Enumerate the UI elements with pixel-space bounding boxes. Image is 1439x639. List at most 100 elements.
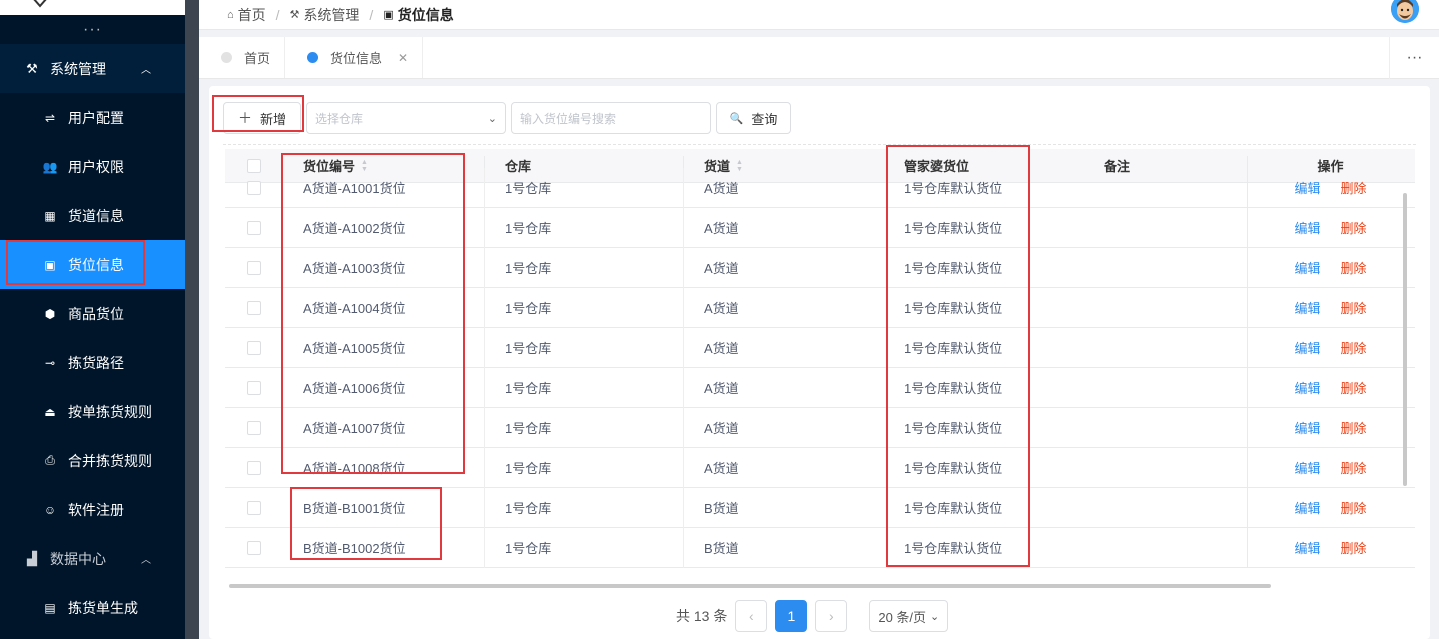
toolbar: ＋ 新增 选择仓库 ⌄ 输入货位编号搜索 🔍 查询 — [223, 102, 791, 134]
cell-ops: 编辑 删除 — [1247, 327, 1413, 368]
row-checkbox[interactable] — [247, 420, 261, 435]
cell-warehouse: 1号仓库 — [485, 287, 684, 328]
delete-button[interactable]: 删除 — [1341, 538, 1367, 557]
sidebar-item[interactable]: ⊸ 拣货路径 — [0, 338, 185, 387]
users-icon: 👥 — [42, 159, 58, 174]
edit-button[interactable]: 编辑 — [1294, 378, 1320, 397]
row-checkbox[interactable] — [247, 340, 261, 355]
sidebar-more-button[interactable]: ··· — [0, 15, 185, 44]
table-row: A货道-A1005货位 1号仓库 A货道 1号仓库默认货位 编辑 删除 — [225, 327, 1415, 368]
delete-button[interactable]: 删除 — [1341, 298, 1367, 317]
cell-lane: A货道 — [704, 381, 739, 396]
box-icon: ▣ — [383, 9, 394, 21]
delete-button[interactable]: 删除 — [1341, 458, 1367, 477]
avatar[interactable] — [1391, 0, 1419, 23]
cell-code: A货道-A1006货位 — [283, 367, 485, 408]
sidebar-item[interactable]: ▣ 货位信息 — [0, 240, 185, 289]
row-checkbox[interactable] — [247, 380, 261, 395]
vertical-scrollbar[interactable] — [1403, 193, 1407, 486]
pagination: 共 13 条 ‹ 1 › 20 条/页 ⌄ — [676, 600, 949, 632]
delete-button[interactable]: 删除 — [1341, 338, 1367, 357]
table-body: A货道-A1001货位 1号仓库 A货道 1号仓库默认货位 编辑 删除 A货道-A1002货… — [225, 167, 1415, 568]
edit-button[interactable]: 编辑 — [1294, 538, 1320, 557]
row-checkbox[interactable] — [247, 540, 261, 555]
cell-warehouse: 1号仓库 — [485, 247, 684, 288]
search-button[interactable]: 🔍 查询 — [716, 102, 791, 134]
row-checkbox[interactable] — [247, 500, 261, 515]
table-row: A货道-A1002货位 1号仓库 A货道 1号仓库默认货位 编辑 删除 — [225, 207, 1415, 248]
horizontal-scrollbar[interactable] — [229, 584, 1271, 588]
sliders-icon: ⇌ — [44, 110, 56, 125]
sidebar-item[interactable]: ⏏ 按单拣货规则 — [0, 387, 185, 436]
cell-code: A货道-A1007货位 — [283, 407, 485, 448]
table-row: A货道-A1007货位 1号仓库 A货道 1号仓库默认货位 编辑 删除 — [225, 407, 1415, 448]
sidebar-item[interactable]: 👥 用户权限 — [0, 142, 185, 191]
edit-button[interactable]: 编辑 — [1294, 178, 1320, 197]
sidebar-gutter — [185, 0, 199, 639]
pagination-total: 共 13 条 — [676, 608, 728, 624]
menu-group-system[interactable]: ⚒ 系统管理 ︿ — [0, 44, 185, 93]
delete-button[interactable]: 删除 — [1341, 178, 1367, 197]
sidebar-item-label: 商品货位 — [68, 305, 124, 322]
cell-code: B货道-B1002货位 — [283, 527, 485, 568]
sidebar-item[interactable]: ⬢ 商品货位 — [0, 289, 185, 338]
cell-ops: 编辑 删除 — [1247, 367, 1413, 408]
search-input[interactable]: 输入货位编号搜索 — [511, 102, 711, 134]
edit-button[interactable]: 编辑 — [1294, 498, 1320, 517]
edit-button[interactable]: 编辑 — [1294, 338, 1320, 357]
sidebar-item[interactable]: ☺ 软件注册 — [0, 485, 185, 534]
add-button[interactable]: ＋ 新增 — [223, 102, 301, 134]
row-checkbox[interactable] — [247, 260, 261, 275]
sidebar-item[interactable]: ⇌ 用户配置 — [0, 93, 185, 142]
breadcrumb-separator: / — [275, 6, 280, 23]
cell-lane: A货道 — [704, 221, 739, 236]
row-checkbox[interactable] — [247, 220, 261, 235]
breadcrumb-home[interactable]: ⌂ 首页 — [227, 5, 266, 25]
avatar-face-icon — [1391, 0, 1419, 23]
page-number-button[interactable]: 1 — [775, 600, 808, 632]
close-icon[interactable]: ✕ — [398, 51, 408, 65]
edit-button[interactable]: 编辑 — [1294, 458, 1320, 477]
box-icon: ▣ — [44, 257, 56, 272]
delete-button[interactable]: 删除 — [1341, 418, 1367, 437]
sidebar-item[interactable]: ▤ 拣货单生成 — [0, 583, 185, 632]
cell-code: A货道-A1001货位 — [283, 167, 485, 208]
edit-button[interactable]: 编辑 — [1294, 258, 1320, 277]
breadcrumb-separator: / — [369, 6, 374, 23]
sidebar-item-label: 货位信息 — [68, 256, 124, 273]
header: ⌂ 首页 / ⚒ 系统管理 / ▣ 货位信息 — [199, 0, 1439, 30]
warehouse-select[interactable]: 选择仓库 ⌄ — [306, 102, 506, 134]
menu-group-data-center[interactable]: ▟ 数据中心 ︿ — [0, 534, 185, 583]
delete-button[interactable]: 删除 — [1341, 218, 1367, 237]
row-checkbox[interactable] — [247, 460, 261, 475]
delete-button[interactable]: 删除 — [1341, 498, 1367, 517]
sidebar-item[interactable]: ⎙ 合并拣货规则 — [0, 436, 185, 485]
tab-slot-info[interactable]: 货位信息 ✕ — [285, 37, 424, 78]
edit-button[interactable]: 编辑 — [1294, 418, 1320, 437]
cell-code: A货道-A1008货位 — [283, 447, 485, 488]
sidebar-item-label: 软件注册 — [68, 501, 124, 518]
prev-page-button[interactable]: ‹ — [735, 600, 768, 632]
breadcrumb-system[interactable]: ⚒ 系统管理 — [290, 5, 360, 25]
cell-ops: 编辑 删除 — [1247, 247, 1413, 288]
table-row: A货道-A1001货位 1号仓库 A货道 1号仓库默认货位 编辑 删除 — [225, 167, 1415, 208]
page-size-select[interactable]: 20 条/页 ⌄ — [869, 600, 949, 632]
sidebar-item-label: 拣货单生成 — [68, 599, 138, 616]
tab-bar: 首页 货位信息 ✕ ··· — [199, 37, 1439, 79]
edit-button[interactable]: 编辑 — [1294, 218, 1320, 237]
delete-button[interactable]: 删除 — [1341, 378, 1367, 397]
content-panel: ＋ 新增 选择仓库 ⌄ 输入货位编号搜索 🔍 查询 货位编号 ▲ ▼ 仓库 货道 ▲ ▼ — [209, 86, 1430, 639]
edit-button[interactable]: 编辑 — [1294, 298, 1320, 317]
tray-icon: ⏏ — [44, 404, 56, 419]
row-checkbox[interactable] — [247, 300, 261, 315]
row-checkbox[interactable] — [247, 180, 261, 195]
delete-button[interactable]: 删除 — [1341, 258, 1367, 277]
tab-more-button[interactable]: ··· — [1389, 37, 1439, 79]
table-row: A货道-A1008货位 1号仓库 A货道 1号仓库默认货位 编辑 删除 — [225, 447, 1415, 488]
tab-status-dot — [307, 52, 319, 63]
tab-home[interactable]: 首页 — [199, 37, 286, 78]
search-icon: 🔍 — [729, 112, 744, 125]
cell-code: A货道-A1002货位 — [283, 207, 485, 248]
next-page-button[interactable]: › — [815, 600, 848, 632]
sidebar-item[interactable]: ▦ 货道信息 — [0, 191, 185, 240]
